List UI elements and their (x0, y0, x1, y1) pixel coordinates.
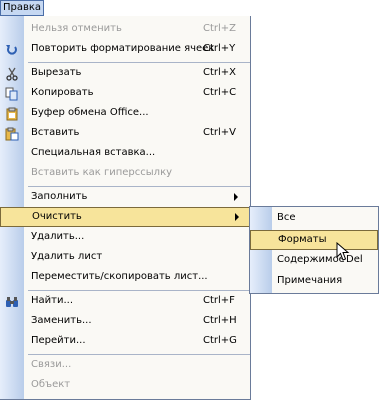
copy-icon (5, 87, 19, 101)
menu-item-find[interactable]: Найти... Ctrl+F (0, 292, 250, 312)
submenu-item-all[interactable]: Все (250, 209, 378, 229)
menu-item-cut[interactable]: Вырезать Ctrl+X (0, 64, 250, 84)
clipboard-icon (5, 107, 19, 121)
menu-item-go-to[interactable]: Перейти... Ctrl+G (0, 332, 250, 352)
menu-item-label: Заменить... (31, 315, 92, 326)
menu-item-fill[interactable]: Заполнить (0, 188, 250, 208)
menu-item-label: Удалить лист (31, 251, 103, 262)
edit-dropdown-menu: Нельзя отменить Ctrl+Z Повторить формати… (0, 16, 251, 400)
menu-item-label: Очистить (32, 211, 82, 222)
submenu-item-label: Все (277, 212, 296, 223)
menu-item-label: Вставить как гиперссылку (31, 167, 173, 178)
menu-item-copy[interactable]: Копировать Ctrl+C (0, 84, 250, 104)
menu-separator (28, 354, 250, 355)
menu-item-label: Объект (31, 379, 71, 390)
menubar-tab-edit[interactable]: Правка (0, 0, 44, 16)
menu-item-shortcut: Ctrl+V (203, 127, 237, 138)
menu-separator (28, 290, 250, 291)
menu-item-shortcut: Ctrl+H (203, 315, 237, 326)
menu-item-shortcut: Ctrl+F (203, 295, 235, 306)
menu-item-label: Вырезать (31, 67, 82, 78)
redo-icon (5, 43, 19, 57)
menu-item-clear[interactable]: Очистить (0, 207, 250, 227)
submenu-item-label: Содержимое (277, 254, 345, 265)
menu-item-paste-hyperlink[interactable]: Вставить как гиперссылку (0, 164, 250, 184)
mouse-pointer-icon (336, 242, 350, 261)
menu-item-label: Повторить форматирование ячеек (31, 43, 215, 54)
submenu-item-contents[interactable]: Содержимое Del (250, 251, 378, 271)
menu-item-label: Удалить... (31, 231, 85, 242)
menu-item-label: Специальная вставка... (31, 147, 156, 158)
menu-item-shortcut: Ctrl+X (203, 67, 237, 78)
menu-item-links[interactable]: Связи... (0, 356, 250, 376)
submenu-item-label: Форматы (278, 234, 327, 245)
menu-item-label: Найти... (31, 295, 74, 306)
submenu-item-formats[interactable]: Форматы (250, 230, 378, 250)
menu-item-shortcut: Ctrl+G (203, 335, 237, 346)
menu-item-paste-special[interactable]: Специальная вставка... (0, 144, 250, 164)
paste-icon (5, 127, 19, 141)
menu-item-object[interactable]: Объект (0, 376, 250, 396)
menu-item-paste[interactable]: Вставить Ctrl+V (0, 124, 250, 144)
menu-item-shortcut: Ctrl+Z (203, 23, 237, 34)
menu-item-shortcut: Ctrl+C (203, 87, 237, 98)
menu-item-replace[interactable]: Заменить... Ctrl+H (0, 312, 250, 332)
menu-item-redo[interactable]: Повторить форматирование ячеек Ctrl+Y (0, 40, 250, 60)
menu-item-move-copy-sheet[interactable]: Переместить/скопировать лист... (0, 268, 250, 288)
scissors-icon (5, 67, 19, 81)
submenu-item-comments[interactable]: Примечания (250, 272, 378, 292)
menu-item-label: Буфер обмена Office... (31, 107, 149, 118)
menu-item-label: Копировать (31, 87, 94, 98)
menu-item-shortcut: Ctrl+Y (203, 43, 236, 54)
submenu-arrow-icon (234, 193, 238, 201)
menu-item-label: Переместить/скопировать лист... (31, 271, 208, 282)
menubar-tab-label: Правка (2, 2, 42, 13)
clear-submenu: Все Форматы Содержимое Del Примечания (249, 206, 379, 294)
menu-item-label: Перейти... (31, 335, 86, 346)
menu-item-label: Вставить (31, 127, 80, 138)
menu-item-label: Заполнить (31, 191, 88, 202)
menu-item-undo[interactable]: Нельзя отменить Ctrl+Z (0, 20, 250, 40)
binoculars-icon (5, 295, 19, 309)
menu-item-label: Связи... (31, 359, 72, 370)
submenu-item-label: Примечания (277, 275, 343, 286)
menu-separator (28, 186, 250, 187)
submenu-arrow-icon (235, 213, 239, 221)
menu-item-office-clipboard[interactable]: Буфер обмена Office... (0, 104, 250, 124)
menu-item-label: Нельзя отменить (31, 23, 122, 34)
menu-item-delete-sheet[interactable]: Удалить лист (0, 248, 250, 268)
menu-separator (28, 62, 250, 63)
menu-item-delete[interactable]: Удалить... (0, 228, 250, 248)
